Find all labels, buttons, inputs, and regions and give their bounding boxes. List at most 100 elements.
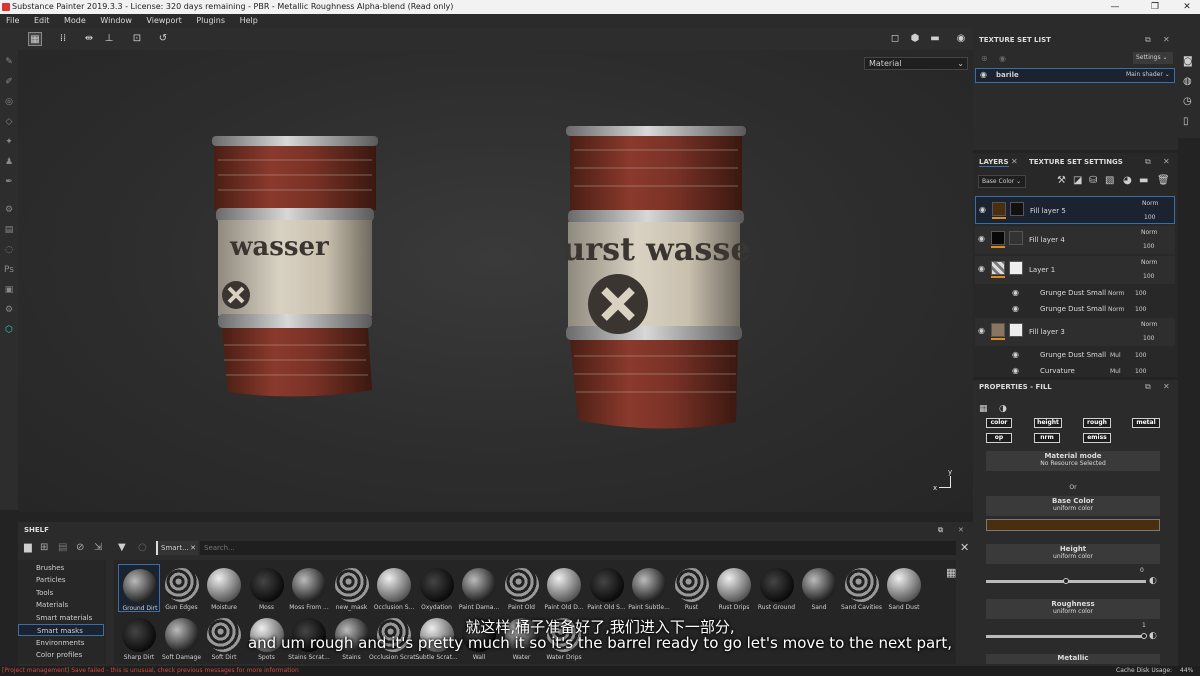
effect-blend[interactable]: Mul <box>1110 368 1121 375</box>
menu-edit[interactable]: Edit <box>28 14 56 28</box>
effect-blend[interactable]: Norm <box>1108 306 1124 313</box>
layer-eye-icon[interactable]: ◉ <box>978 234 985 243</box>
channel-dropdown[interactable]: Base Color ⌄ <box>978 175 1026 188</box>
add-folder-icon[interactable]: ▬ <box>1139 175 1148 186</box>
layer-row-layer-1[interactable]: ◉ Layer 1 Norm 100 <box>975 256 1175 284</box>
menu-window[interactable]: Window <box>94 14 138 28</box>
shelf-item[interactable]: Paint Dama... <box>458 564 500 612</box>
smudge-icon[interactable]: ✦ <box>3 136 15 148</box>
float-icon[interactable]: ⧉ <box>938 522 943 538</box>
menu-plugins[interactable]: Plugins <box>190 14 231 28</box>
photoshop-icon[interactable]: Ps <box>3 264 15 276</box>
new-folder-icon[interactable]: ⊞ <box>40 542 48 553</box>
layer-row-fill-4[interactable]: ◉ Fill layer 4 Norm 100 <box>975 226 1175 254</box>
shelf-item[interactable]: Occlusion Scrat... <box>369 614 419 662</box>
export-doc-icon[interactable]: ▣ <box>3 284 15 296</box>
menu-help[interactable]: Help <box>234 14 264 28</box>
effect-opacity[interactable]: 100 <box>1135 352 1146 359</box>
picker-icon[interactable]: ✒ <box>3 176 15 188</box>
shelf-item[interactable]: Sand Dust <box>883 564 925 612</box>
shelf-item[interactable]: Sharp Dirt <box>118 614 160 662</box>
history-icon[interactable]: ↺ <box>156 32 170 46</box>
shelf-item[interactable]: Rust <box>671 564 713 612</box>
category-brushes[interactable]: Brushes <box>18 562 104 574</box>
channel-color-button[interactable]: color <box>986 418 1012 428</box>
category-environments[interactable]: Environments <box>18 637 104 649</box>
shelf-item[interactable]: Wall <box>458 614 500 662</box>
category-particles[interactable]: Particles <box>18 574 104 586</box>
texture-set-eye-icon[interactable]: ◉ <box>980 70 987 79</box>
menu-file[interactable]: File <box>0 14 25 28</box>
shelf-item[interactable]: Rust Ground <box>756 564 798 612</box>
shelf-item[interactable]: Rust Drips <box>713 564 755 612</box>
shelf-item[interactable]: Spots <box>246 614 288 662</box>
search-clear-icon[interactable]: ✕ <box>960 541 969 554</box>
tab-texture-set-settings[interactable]: TEXTURE SET SETTINGS <box>1029 158 1123 166</box>
add-smart-material-icon[interactable]: ◕ <box>1123 175 1132 186</box>
filter-icon[interactable]: ▼ <box>118 542 126 553</box>
effect-row[interactable]: ◉ Curvature Mul 100 <box>1010 364 1175 376</box>
shelf-item[interactable]: Sand <box>798 564 840 612</box>
add-layer-icon[interactable]: ▧ <box>1105 175 1114 186</box>
shelf-item[interactable]: Water Drips <box>543 614 585 662</box>
roughness-slider[interactable] <box>986 635 1146 638</box>
height-eyedropper-icon[interactable]: ◐ <box>1149 576 1157 586</box>
hide-icon[interactable]: ⊘ <box>76 542 84 553</box>
filter-tag-close-icon[interactable]: ✕ <box>190 541 196 555</box>
shelf-item[interactable]: Gun Edges <box>161 564 203 612</box>
material-sphere-icon[interactable]: ◑ <box>999 404 1007 414</box>
category-color-profiles[interactable]: Color profiles <box>18 649 104 661</box>
paint-brush-icon[interactable]: ✎ <box>3 56 15 68</box>
settings-gear-icon[interactable]: ⚙ <box>3 204 15 216</box>
shelf-item[interactable]: Sand Cavities <box>841 564 883 612</box>
projection-icon[interactable]: ◎ <box>3 96 15 108</box>
effect-row[interactable]: ◉ Grunge Dust Small Mul 100 <box>1010 348 1175 362</box>
fill-settings-icon[interactable]: ▦ <box>979 404 988 414</box>
add-mask-icon[interactable]: ◪ <box>1073 175 1082 186</box>
layers-tab-close-icon[interactable]: ✕ <box>1011 157 1018 166</box>
base-color-swatch[interactable] <box>986 519 1160 531</box>
layer-eye-icon[interactable]: ◉ <box>978 326 985 335</box>
height-slider-knob[interactable] <box>1063 578 1069 584</box>
history-clock-icon[interactable]: ◷ <box>1183 96 1192 107</box>
category-smart-materials[interactable]: Smart materials <box>18 612 104 624</box>
shelf-item[interactable]: Moss <box>246 564 288 612</box>
channel-height-button[interactable]: height <box>1034 418 1062 428</box>
screenshot-icon[interactable]: ◉ <box>954 32 968 46</box>
add-effect-icon[interactable]: ⚒ <box>1057 175 1066 186</box>
category-materials[interactable]: Materials <box>18 599 104 611</box>
filter-tag[interactable]: Smart... ✕ <box>156 541 198 555</box>
visibility-icon[interactable]: ◉ <box>999 54 1006 63</box>
layer-blend[interactable]: Norm <box>1141 229 1157 236</box>
menu-mode[interactable]: Mode <box>58 14 92 28</box>
category-smart-masks[interactable]: Smart masks <box>18 624 104 636</box>
delete-layer-icon[interactable]: 🗑 <box>1157 175 1170 186</box>
layer-opacity[interactable]: 100 <box>1143 243 1154 250</box>
layer-eye-icon[interactable]: ◉ <box>979 205 986 214</box>
shelf-item[interactable]: Moss From ... <box>288 564 330 612</box>
layer-stack-icon[interactable]: ▤ <box>3 224 15 236</box>
shelf-item[interactable]: Stains Scrat... <box>288 614 330 662</box>
effect-blend[interactable]: Mul <box>1110 352 1121 359</box>
props-float-icon[interactable]: ⧉ <box>1145 382 1151 392</box>
shelf-item[interactable]: new_mask <box>331 564 373 612</box>
shelf-close-icon[interactable]: ✕ <box>958 522 964 538</box>
channel-op-button[interactable]: op <box>986 433 1012 443</box>
layer-row-fill-5[interactable]: ◉ Fill layer 5 Norm 100 <box>975 196 1175 224</box>
category-tools[interactable]: Tools <box>18 587 104 599</box>
material-mode-section[interactable]: Material mode No Resource Selected <box>986 451 1160 471</box>
roughness-eyedropper-icon[interactable]: ◐ <box>1149 631 1157 641</box>
grid-icon[interactable]: ▤ <box>58 542 67 553</box>
shelf-item[interactable]: Oxydation <box>416 564 458 612</box>
plugin-gear-icon[interactable]: ⚙ <box>3 304 15 316</box>
props-close-icon[interactable]: ✕ <box>1163 382 1170 391</box>
texture-set-row[interactable]: ◉ barile Main shader ⌄ <box>975 68 1175 83</box>
folder-icon[interactable]: ▆ <box>24 542 32 553</box>
effect-opacity[interactable]: 100 <box>1135 306 1146 313</box>
circle-filter-icon[interactable]: ○ <box>138 542 147 553</box>
layer-opacity[interactable]: 100 <box>1144 214 1155 221</box>
effect-opacity[interactable]: 100 <box>1135 368 1146 375</box>
iray-icon[interactable]: ⬡ <box>3 324 15 336</box>
shelf-item[interactable]: Soft Damage <box>161 614 203 662</box>
layer-opacity[interactable]: 100 <box>1143 273 1154 280</box>
